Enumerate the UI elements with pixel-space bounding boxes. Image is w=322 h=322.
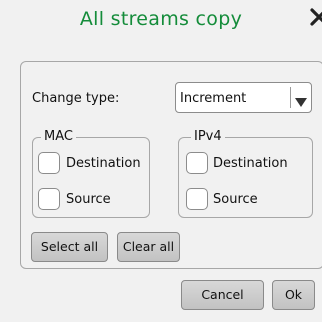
mac-destination-label: Destination	[66, 156, 141, 171]
change-type-value: Increment	[180, 91, 247, 106]
ipv4-group-legend: IPv4	[191, 129, 225, 144]
ipv4-source-label: Source	[213, 192, 258, 207]
mac-destination-checkbox[interactable]	[38, 152, 60, 174]
ok-button[interactable]: Ok	[272, 280, 315, 310]
change-type-label: Change type:	[32, 91, 120, 106]
select-all-button[interactable]: Select all	[31, 232, 108, 262]
mac-group-legend: MAC	[41, 129, 76, 144]
dialog-title: All streams copy	[79, 8, 243, 30]
ipv4-source-checkbox[interactable]	[186, 188, 208, 210]
mac-source-checkbox[interactable]	[38, 188, 60, 210]
ipv4-destination-checkbox[interactable]	[186, 152, 208, 174]
close-icon[interactable]	[308, 6, 322, 28]
mac-source-label: Source	[66, 192, 111, 207]
dropdown-arrow-icon	[295, 93, 307, 112]
cancel-button[interactable]: Cancel	[181, 280, 264, 310]
change-type-select[interactable]: Increment	[175, 82, 312, 113]
ipv4-destination-label: Destination	[213, 156, 288, 171]
all-streams-copy-dialog: All streams copy Change type: Increment …	[0, 0, 322, 322]
clear-all-button[interactable]: Clear all	[117, 232, 180, 262]
select-divider	[290, 87, 291, 108]
